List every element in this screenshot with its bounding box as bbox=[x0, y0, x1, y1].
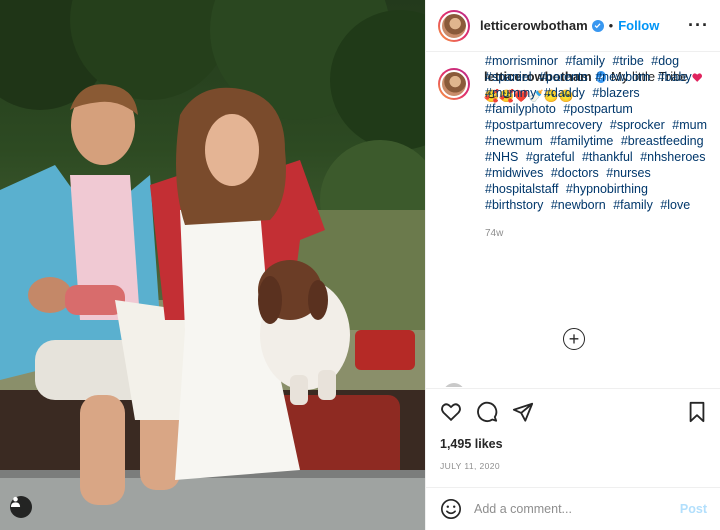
hashtag-link[interactable]: #morrisminor bbox=[485, 54, 558, 68]
post-photo[interactable] bbox=[0, 0, 425, 530]
hashtag-link[interactable]: #baby bbox=[658, 70, 692, 84]
post-header: letticerowbotham • Follow ··· bbox=[426, 0, 720, 52]
hashtag-link[interactable]: #familyphoto bbox=[485, 102, 556, 116]
post-actions: 1,495 likes JULY 11, 2020 bbox=[426, 388, 720, 471]
hashtag-link[interactable]: #daddy bbox=[544, 86, 585, 100]
post-comment-button[interactable]: Post bbox=[680, 502, 707, 516]
hashtag-link[interactable]: #mummy bbox=[485, 86, 536, 100]
emoji-icon[interactable] bbox=[440, 498, 462, 520]
header-username[interactable]: letticerowbotham bbox=[480, 18, 588, 33]
avatar[interactable] bbox=[438, 9, 470, 42]
comment-bar: Post bbox=[426, 487, 720, 530]
hashtag-link[interactable]: #birthstory bbox=[485, 198, 543, 212]
hashtag-link[interactable]: #breastfeeding bbox=[621, 134, 704, 148]
hashtag-link[interactable]: #sprocker bbox=[610, 118, 665, 132]
comment-icon[interactable] bbox=[476, 401, 498, 423]
hashtag-link[interactable]: #newmum bbox=[485, 134, 543, 148]
hashtag-link[interactable]: #love bbox=[660, 198, 690, 212]
hashtag-link[interactable]: #hospitalstaff bbox=[485, 182, 558, 196]
hashtag-link[interactable]: #mum bbox=[672, 118, 707, 132]
caption-avatar[interactable] bbox=[438, 68, 470, 100]
follow-button[interactable]: Follow bbox=[618, 18, 659, 33]
hashtag-link[interactable]: #blazers bbox=[592, 86, 639, 100]
more-options-icon[interactable]: ··· bbox=[688, 16, 709, 34]
hashtag-link[interactable]: #family bbox=[613, 198, 653, 212]
hashtag-link[interactable]: #midwives bbox=[485, 166, 543, 180]
post-date: JULY 11, 2020 bbox=[440, 461, 501, 471]
hashtag-link[interactable]: #newborn bbox=[595, 70, 650, 84]
hashtag-link[interactable]: #dog bbox=[651, 54, 679, 68]
verified-badge-icon bbox=[591, 19, 604, 32]
save-icon[interactable] bbox=[687, 401, 707, 423]
tag-user-button[interactable] bbox=[10, 496, 32, 518]
hashtag-link[interactable]: #NHS bbox=[485, 150, 518, 164]
post-age: 74w bbox=[485, 228, 504, 239]
hashtag-link[interactable]: #nhsheroes bbox=[640, 150, 705, 164]
heart-icon[interactable] bbox=[440, 401, 462, 423]
hashtag-link[interactable]: #hypnobirthing bbox=[566, 182, 648, 196]
hashtag-link[interactable]: #doctors bbox=[551, 166, 599, 180]
likes-count[interactable]: 1,495 likes bbox=[440, 437, 503, 451]
hashtag-link[interactable]: #parents bbox=[539, 70, 588, 84]
hashtag-link[interactable]: #postpartumrecovery bbox=[485, 118, 602, 132]
comment-input[interactable] bbox=[474, 502, 664, 516]
post-side-panel: letticerowbotham • Follow ··· letticerow… bbox=[425, 0, 720, 530]
hashtag-link[interactable]: #grateful bbox=[526, 150, 575, 164]
family-photo-illustration bbox=[0, 0, 425, 530]
hashtag-link[interactable]: #familytime bbox=[550, 134, 613, 148]
hashtag-link[interactable]: #postpartum bbox=[563, 102, 632, 116]
hashtag-link[interactable]: #tribe bbox=[613, 54, 644, 68]
hashtag-link[interactable]: #nurses bbox=[606, 166, 650, 180]
tag-user-icon bbox=[10, 496, 21, 507]
separator-dot: • bbox=[608, 18, 614, 33]
comment-preview-clipped bbox=[438, 378, 718, 387]
hashtag-link[interactable]: #newborn bbox=[551, 198, 606, 212]
hashtag-link[interactable]: #thankful bbox=[582, 150, 633, 164]
hashtag-link[interactable]: #spaniel bbox=[485, 70, 532, 84]
hashtag-link[interactable]: #family bbox=[565, 54, 605, 68]
add-icon[interactable]: + bbox=[563, 328, 585, 350]
hashtag-list: #morrisminor #family #tribe #dog #spanie… bbox=[485, 53, 713, 213]
share-icon[interactable] bbox=[512, 401, 534, 423]
